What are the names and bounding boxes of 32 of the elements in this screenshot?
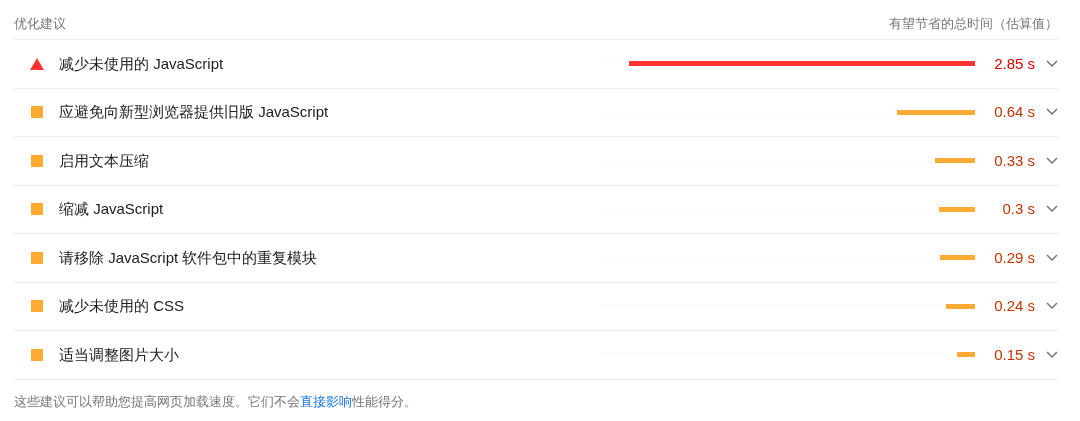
chevron-icon[interactable] xyxy=(1046,302,1058,311)
column-heading: 有望节省的总时间（估算值） xyxy=(889,14,1058,33)
opportunity-row[interactable]: 请移除 JavaScript 软件包中的重复模块 0.29 s xyxy=(14,234,1058,283)
chevron-icon[interactable] xyxy=(1046,350,1058,359)
opportunity-row[interactable]: 适当调整图片大小 0.15 s xyxy=(14,331,1058,380)
chevron-icon[interactable] xyxy=(1046,156,1058,165)
savings-value: 0.15 s xyxy=(993,344,1035,365)
savings-value: 0.33 s xyxy=(993,150,1035,171)
opportunity-title: 启用文本压缩 xyxy=(59,150,149,171)
opportunity-title: 减少未使用的 CSS xyxy=(59,296,184,316)
direct-impact-link[interactable]: 直接影响 xyxy=(300,393,352,409)
opportunity-row[interactable]: 启用文本压缩 0.33 s xyxy=(14,137,1058,186)
opportunity-row[interactable]: 应避免向新型浏览器提供旧版 JavaScript 0.64 s xyxy=(14,88,1058,137)
opportunity-row[interactable]: 减少未使用的 JavaScript 2.85 s xyxy=(14,40,1058,89)
section-title: 优化建议 xyxy=(14,14,66,33)
opportunity-row[interactable]: 减少未使用的 CSS 0.24 s xyxy=(14,282,1058,331)
opportunity-row[interactable]: 缩减 JavaScript 0.3 s xyxy=(14,185,1058,234)
opportunity-title: 应避免向新型浏览器提供旧版 JavaScript xyxy=(59,102,329,122)
opportunity-title: 适当调整图片大小 xyxy=(59,344,179,365)
opportunity-title: 减少未使用的 JavaScript xyxy=(59,53,224,74)
opportunity-title: 请移除 JavaScript 软件包中的重复模块 xyxy=(59,247,318,268)
savings-value: 0.29 s xyxy=(993,247,1035,268)
chevron-icon[interactable] xyxy=(1046,205,1058,214)
savings-value: 0.3 s xyxy=(1001,199,1035,219)
savings-value: 2.85 s xyxy=(993,53,1035,74)
chevron-icon[interactable] xyxy=(1046,253,1058,262)
savings-value: 0.64 s xyxy=(993,102,1035,122)
savings-value: 0.24 s xyxy=(993,296,1035,316)
chevron-icon[interactable] xyxy=(1046,59,1058,68)
opportunity-title: 缩减 JavaScript xyxy=(59,199,164,219)
footer-note: 这些建议可以帮助您提高网页加载速度。它们不会直接影响性能得分。 xyxy=(14,392,418,411)
chevron-icon[interactable] xyxy=(1046,108,1058,117)
